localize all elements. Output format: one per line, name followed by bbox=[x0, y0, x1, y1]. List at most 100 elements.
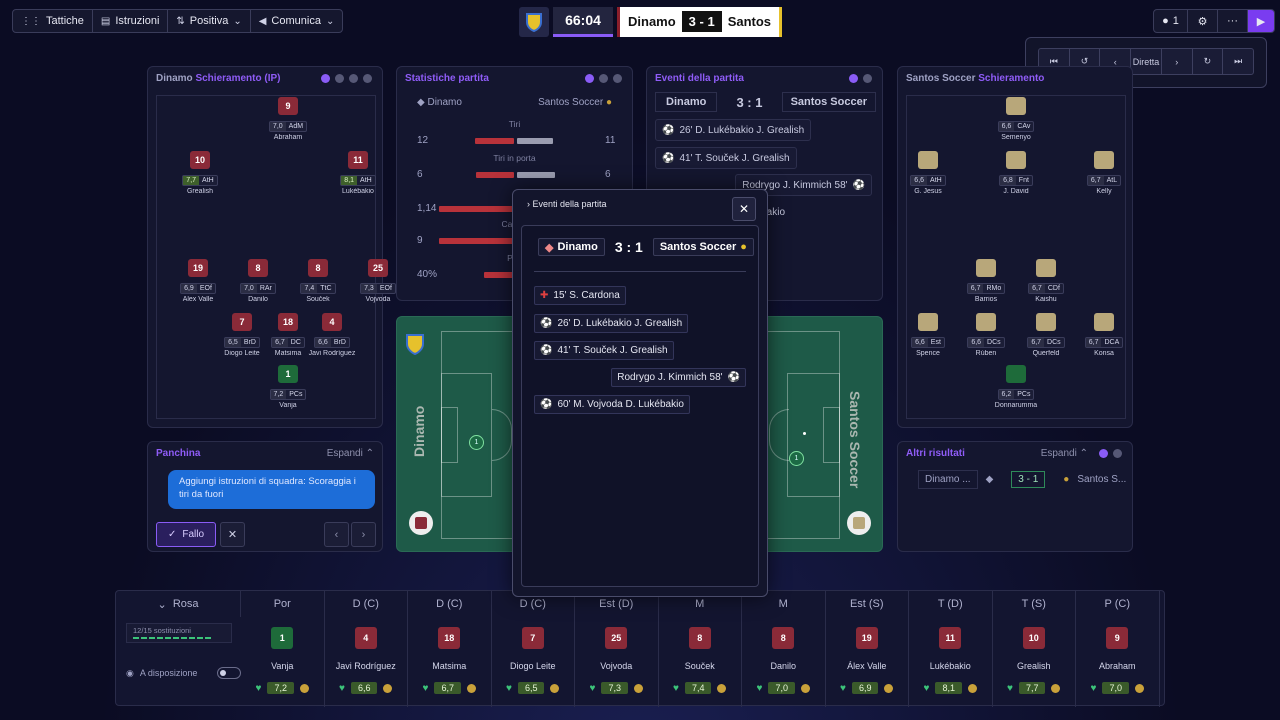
lineup-player[interactable]: 6,7 CDf Kaishu bbox=[1016, 259, 1076, 303]
panel-title: Eventi della partita bbox=[655, 73, 744, 84]
play-button[interactable]: ▶ bbox=[1248, 10, 1274, 32]
shirt-icon bbox=[976, 313, 996, 331]
events-home: Dinamo bbox=[655, 92, 718, 112]
lineup-player[interactable]: 9 7,0 AdM Abraham bbox=[258, 97, 318, 141]
shirt-icon: 4 bbox=[354, 627, 377, 649]
heart-icon: ♥ bbox=[339, 682, 345, 694]
roster-player[interactable]: 8 Danilo ♥ 7,0 bbox=[742, 617, 826, 707]
lineup-player[interactable]: 6,7 RMo Barrios bbox=[956, 259, 1016, 303]
foul-button[interactable]: ✓ Fallo bbox=[156, 522, 216, 547]
prev-button[interactable]: ‹ bbox=[324, 522, 349, 547]
modal-event[interactable]: Rodrygo J. Kimmich 58' ⚽ bbox=[611, 368, 746, 387]
rating-tag: 6,8 Fnt bbox=[999, 175, 1033, 186]
modal-event[interactable]: ⚽ 60' M. Vojvoda D. Lukébakio bbox=[534, 395, 690, 414]
roster-player[interactable]: 4 Javi Rodríguez ♥ 6,6 bbox=[325, 617, 408, 707]
shirt-icon bbox=[1006, 97, 1026, 115]
player-marker[interactable]: 1 bbox=[789, 451, 804, 466]
shirt-icon: 10 bbox=[1022, 627, 1045, 649]
roster-player[interactable]: 10 Grealish ♥ 7,7 bbox=[993, 617, 1076, 707]
lineup-player[interactable]: 8 7,0 RAr Danilo bbox=[228, 259, 288, 303]
home-kit-icon[interactable] bbox=[409, 511, 433, 535]
roster-player[interactable]: 1 Vanja ♥ 7,2 bbox=[241, 617, 325, 707]
lineup-player[interactable]: 6,7 AtL Kelly bbox=[1074, 151, 1134, 195]
lineup-player[interactable]: 11 8,1 AtH Lukébakio bbox=[328, 151, 388, 195]
modal-event[interactable]: ✚ 15' S. Cardona bbox=[534, 286, 626, 305]
player-name: Álex Valle bbox=[847, 661, 887, 671]
available-toggle[interactable] bbox=[217, 667, 242, 679]
lineup-player[interactable]: 6,6 CAv Semenyo bbox=[986, 97, 1046, 141]
expand-button[interactable]: Espandi ⌃ bbox=[1041, 448, 1088, 459]
rating-tag: 6,6 Est bbox=[911, 337, 945, 348]
step-forward-button[interactable]: › bbox=[1162, 49, 1193, 74]
morale-icon bbox=[299, 683, 309, 693]
panel-pager[interactable] bbox=[1099, 449, 1122, 458]
lineup-player[interactable]: 4 6,6 BrD Javi Rodríguez bbox=[302, 313, 362, 357]
player-name: Javi Rodríguez bbox=[335, 661, 396, 671]
live-button[interactable]: Diretta bbox=[1131, 49, 1162, 74]
lineup-player[interactable]: 6,8 Fnt J. David bbox=[986, 151, 1046, 195]
roster-player[interactable]: 7 Diogo Leite ♥ 6,5 bbox=[492, 617, 575, 707]
player-name: Rúben bbox=[975, 350, 997, 357]
instructions-button[interactable]: ▤ Istruzioni bbox=[93, 10, 169, 32]
communicate-dropdown[interactable]: ◀ Comunica ⌄ bbox=[251, 10, 343, 32]
roster-player[interactable]: 9 Abraham ♥ 7,0 bbox=[1076, 617, 1160, 707]
skip-end-button[interactable]: ⏭ bbox=[1223, 49, 1253, 74]
stats-home-team: ◆ Dinamo bbox=[417, 97, 462, 108]
result-row[interactable]: Dinamo ... ◆ 3 - 1 ● Santos S... bbox=[918, 470, 1126, 489]
player-name: Vojvoda bbox=[600, 661, 633, 671]
roster-player[interactable]: 8 Souček ♥ 7,4 bbox=[659, 617, 742, 707]
next-button[interactable]: › bbox=[351, 522, 376, 547]
player-marker[interactable]: 1 bbox=[469, 435, 484, 450]
panel-pager[interactable] bbox=[585, 74, 622, 83]
lineup-player[interactable]: 10 7,7 AtH Grealish bbox=[170, 151, 230, 195]
roster-player[interactable]: 11 Lukébakio ♥ 8,1 bbox=[909, 617, 993, 707]
lineup-player[interactable]: 1 7,2 PCs Vanja bbox=[258, 365, 318, 409]
morale-icon bbox=[967, 683, 977, 693]
shirt-icon: 19 bbox=[855, 627, 878, 649]
settings-button[interactable]: ⚙ bbox=[1188, 10, 1218, 32]
player-name: Konsa bbox=[1094, 350, 1114, 357]
lineup-player[interactable]: 6,6 AtH G. Jesus bbox=[898, 151, 958, 195]
panel-title: Dinamo Schieramento (IP) bbox=[156, 73, 280, 84]
expand-button[interactable]: Espandi ⌃ bbox=[327, 448, 374, 459]
roster-header[interactable]: ⌄ Rosa bbox=[116, 591, 241, 617]
ball-icon: ⚽ bbox=[662, 124, 675, 136]
lineup-player[interactable]: 6,6 DCs Rúben bbox=[956, 313, 1016, 357]
panel-pager[interactable] bbox=[849, 74, 872, 83]
roster-player[interactable]: 18 Matsima ♥ 6,7 bbox=[408, 617, 492, 707]
event-item[interactable]: ⚽ 41' T. Souček J. Grealish bbox=[655, 147, 797, 169]
away-kit-icon[interactable] bbox=[847, 511, 871, 535]
lineup-player[interactable]: 6,7 DCs Querfeld bbox=[1016, 313, 1076, 357]
coin-icon: ● bbox=[1063, 474, 1070, 485]
dismiss-button[interactable]: ✕ bbox=[220, 522, 245, 547]
lineup-player[interactable]: 8 7,4 TtC Souček bbox=[288, 259, 348, 303]
lineup-player[interactable]: 19 6,9 EOf Álex Valle bbox=[168, 259, 228, 303]
user-count-button[interactable]: ● 1 bbox=[1154, 10, 1188, 32]
roster-player[interactable]: 19 Álex Valle ♥ 6,9 bbox=[826, 617, 909, 707]
modal-event[interactable]: ⚽ 41' T. Souček J. Grealish bbox=[534, 341, 674, 360]
lineup-player[interactable]: 6,2 PCs Donnarumma bbox=[986, 365, 1046, 409]
player-rating: 7,0 bbox=[1102, 682, 1129, 694]
modal-body: ◆ Dinamo 3 : 1 Santos Soccer ● ✚ 15' S. Car… bbox=[521, 225, 759, 587]
roster-position-header: T (S) bbox=[993, 591, 1076, 617]
forward-button[interactable]: ↻ bbox=[1193, 49, 1224, 74]
lineup-player[interactable]: 6,6 Est Spence bbox=[898, 313, 958, 357]
roster-player[interactable]: 25 Vojvoda ♥ 7,3 bbox=[575, 617, 659, 707]
mentality-icon: ⇅ bbox=[176, 15, 185, 27]
instruction-suggestion[interactable]: Aggiungi istruzioni di squadra: Scoraggi… bbox=[168, 470, 375, 509]
tactics-button[interactable]: ⋮⋮ Tattiche bbox=[13, 10, 93, 32]
mentality-dropdown[interactable]: ⇅ Positiva ⌄ bbox=[168, 10, 251, 32]
modal-event[interactable]: ⚽ 26' D. Lukébakio J. Grealish bbox=[534, 314, 689, 333]
player-rating: 6,6 bbox=[350, 682, 378, 694]
roster-position-header: P (C) bbox=[1076, 591, 1160, 617]
morale-icon bbox=[383, 683, 393, 693]
player-name: Vanja bbox=[279, 402, 297, 409]
lineup-player[interactable]: 6,7 DCA Konsa bbox=[1074, 313, 1134, 357]
panel-pager[interactable] bbox=[321, 74, 372, 83]
more-button[interactable]: ··· bbox=[1218, 10, 1248, 32]
roster-position-header: Est (S) bbox=[826, 591, 909, 617]
lineup-mode: Schieramento (IP) bbox=[195, 73, 281, 84]
event-item[interactable]: ⚽ 26' D. Lukébakio J. Grealish bbox=[655, 119, 812, 141]
heart-icon: ♥ bbox=[756, 682, 763, 694]
close-modal-button[interactable]: ✕ bbox=[732, 197, 756, 221]
